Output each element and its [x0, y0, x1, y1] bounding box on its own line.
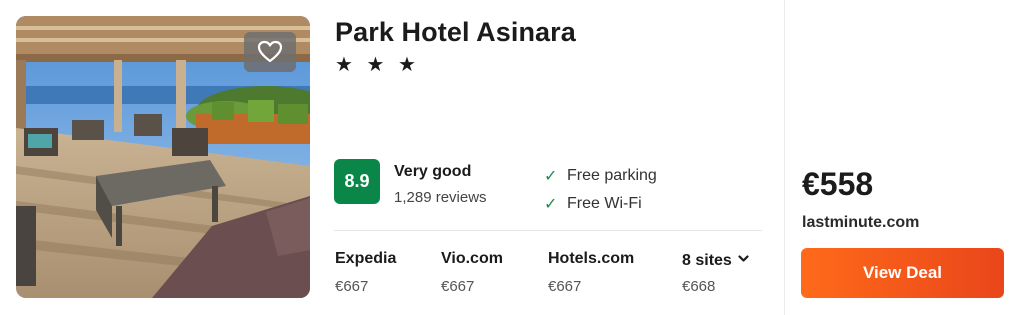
site-name: Hotels.com [548, 250, 635, 267]
review-count[interactable]: 1,289 reviews [394, 189, 487, 206]
amenity-label: Free parking [567, 167, 657, 184]
check-icon: ✓ [544, 168, 558, 185]
star-rating: ★ ★ ★ [335, 54, 420, 76]
hotel-name[interactable]: Park Hotel Asinara [335, 17, 576, 48]
heart-icon [257, 40, 283, 63]
site-price-expedia[interactable]: Expedia €667 [335, 250, 396, 295]
more-sites-label: 8 sites [682, 252, 749, 270]
site-price: €667 [335, 278, 369, 295]
column-separator [784, 0, 785, 315]
more-sites-text: 8 sites [682, 252, 732, 269]
amenity-free-wifi: ✓ Free Wi-Fi [544, 194, 642, 214]
favorite-button[interactable] [244, 32, 296, 72]
site-name: Vio.com [441, 250, 503, 267]
review-score-badge: 8.9 [334, 159, 380, 204]
site-price: €667 [441, 278, 475, 295]
amenity-free-parking: ✓ Free parking [544, 166, 657, 186]
rating-label: Very good [394, 163, 472, 180]
more-sites-dropdown[interactable]: 8 sites €668 [682, 252, 749, 295]
site-price: €668 [682, 278, 716, 295]
site-price-vio[interactable]: Vio.com €667 [441, 250, 503, 295]
best-price: €558 [802, 166, 874, 202]
divider [334, 230, 762, 231]
site-price: €667 [548, 278, 582, 295]
site-name: Expedia [335, 250, 397, 267]
hotel-result-card: Park Hotel Asinara ★ ★ ★ 8.9 Very good 1… [0, 0, 1024, 315]
deal-provider: lastminute.com [802, 214, 920, 231]
chevron-down-icon [738, 252, 749, 266]
check-icon: ✓ [544, 196, 558, 213]
site-price-hotels[interactable]: Hotels.com €667 [548, 250, 634, 295]
view-deal-button[interactable]: View Deal [801, 248, 1004, 298]
amenity-label: Free Wi-Fi [567, 195, 642, 212]
